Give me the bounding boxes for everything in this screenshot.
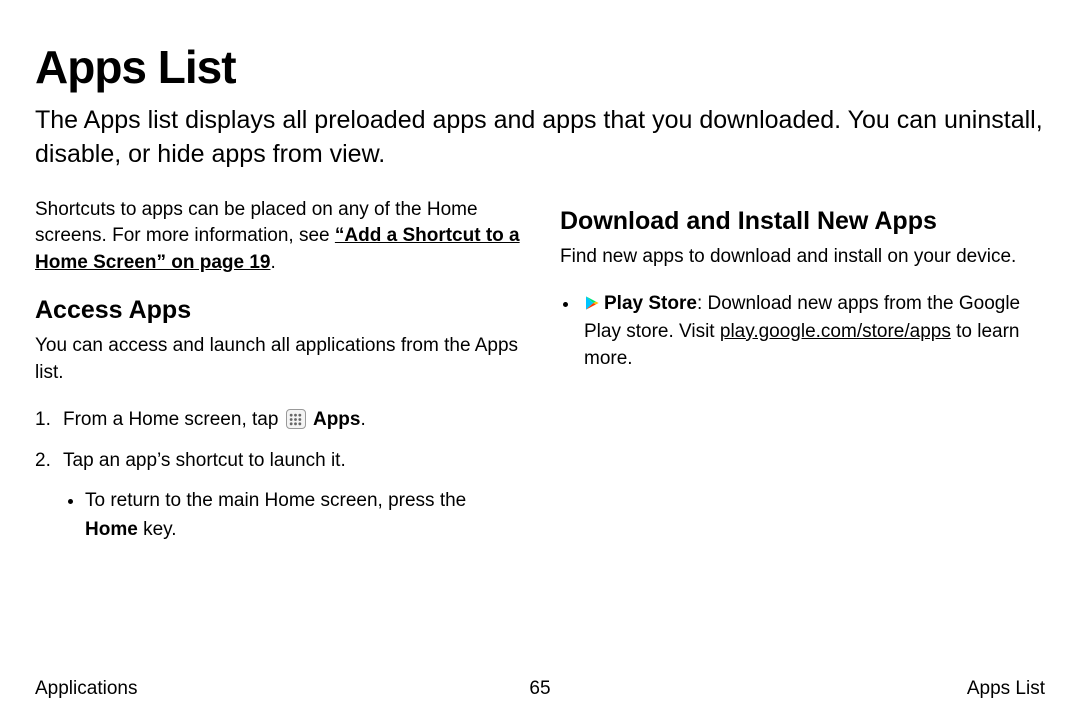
page-title: Apps List <box>35 40 1045 94</box>
step1-suffix: . <box>360 409 365 430</box>
download-intro: Find new apps to download and install on… <box>560 244 1045 271</box>
step2-sub-item: To return to the main Home screen, press… <box>85 487 520 544</box>
left-column: Shortcuts to apps can be placed on any o… <box>35 197 520 557</box>
step2-sublist: To return to the main Home screen, press… <box>63 487 520 544</box>
footer-right: Apps List <box>967 678 1045 700</box>
step2-sub-suffix: key. <box>138 519 177 540</box>
content-columns: Shortcuts to apps can be placed on any o… <box>35 197 1045 557</box>
step-1: From a Home screen, tap Apps. <box>35 406 520 435</box>
home-key-label: Home <box>85 519 138 540</box>
play-store-item: Play Store: Download new apps from the G… <box>580 290 1045 373</box>
apps-label: Apps <box>313 409 361 430</box>
footer-left: Applications <box>35 678 137 700</box>
step1-prefix: From a Home screen, tap <box>63 409 284 430</box>
right-column: Download and Install New Apps Find new a… <box>560 197 1045 557</box>
play-store-label: Play Store <box>604 293 697 314</box>
access-apps-heading: Access Apps <box>35 296 520 325</box>
step2-sub-prefix: To return to the main Home screen, press… <box>85 490 466 511</box>
download-heading: Download and Install New Apps <box>560 207 1045 236</box>
step2-text: Tap an app’s shortcut to launch it. <box>63 450 346 471</box>
page-footer: Applications 65 Apps List <box>35 678 1045 700</box>
footer-page-number: 65 <box>529 678 550 700</box>
step-2: Tap an app’s shortcut to launch it. To r… <box>35 447 520 545</box>
apps-grid-icon <box>286 409 306 429</box>
play-store-link[interactable]: play.google.com/store/apps <box>720 321 951 342</box>
download-list: Play Store: Download new apps from the G… <box>560 290 1045 373</box>
play-store-icon <box>584 295 600 311</box>
access-apps-intro: You can access and launch all applicatio… <box>35 333 520 386</box>
shortcuts-suffix: . <box>270 252 275 273</box>
shortcuts-paragraph: Shortcuts to apps can be placed on any o… <box>35 197 520 277</box>
access-apps-steps: From a Home screen, tap Apps. <box>35 406 520 544</box>
intro-paragraph: The Apps list displays all preloaded app… <box>35 104 1045 172</box>
